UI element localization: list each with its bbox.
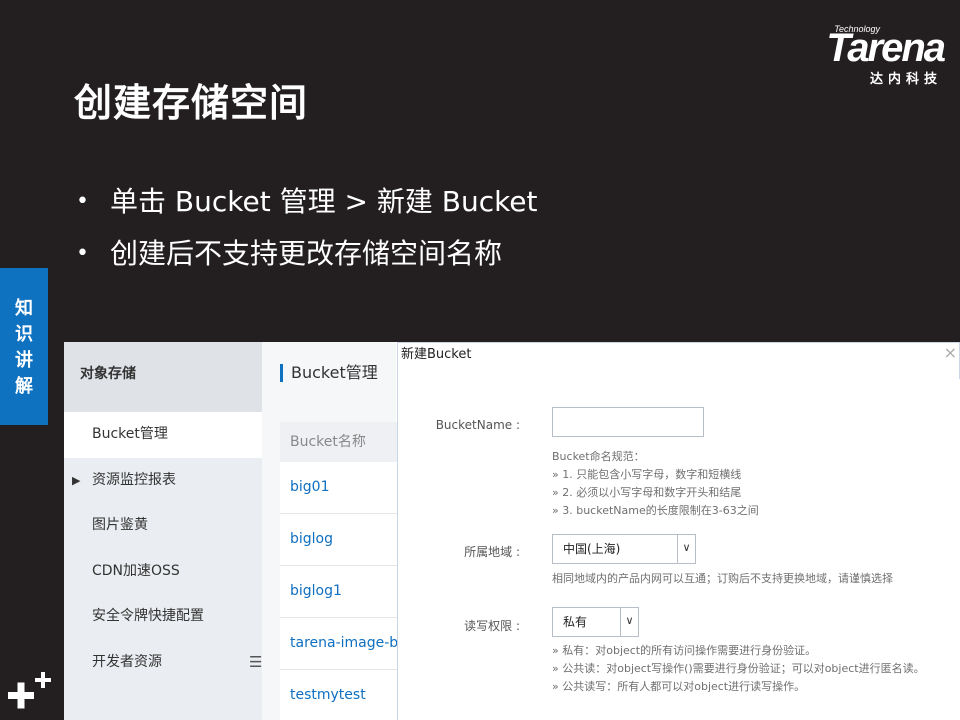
naming-rules: Bucket命名规范： » 1. 只能包含小写字母，数字和短横线 » 2. 必须… [552,448,759,520]
region-label: 所属地域 : [464,545,520,559]
naming-rule-line: » 3. bucketName的长度限制在3-63之间 [552,504,759,517]
naming-rule-line: » 2. 必须以小写字母和数字开头和结尾 [552,486,742,499]
sidebar-item-developer-resources[interactable]: 开发者资源 [64,640,262,686]
sidebar-item-label: 资源监控报表 [92,471,176,488]
side-tab-char: 知 [15,298,33,319]
bullet-text: 创建后不支持更改存储空间名称 [110,237,503,270]
bullet-text: 单击 Bucket 管理 > 新建 Bucket [110,185,538,218]
acl-select[interactable]: 私有 ∨ [552,607,639,637]
bullet-icon: • [76,241,89,266]
bullet-list: • 单击 Bucket 管理 > 新建 Bucket • 创建后不支持更改存储空间名… [76,176,538,280]
sidebar-item-label: 图片鉴黄 [92,517,148,533]
console-screenshot: 对象存储 Bucket管理 ▶ 资源监控报表 图片鉴黄 CDN加速OSS 安全令… [64,342,960,720]
sidebar-item-bucket-management[interactable]: Bucket管理 [64,412,262,458]
bucket-link[interactable]: big01 [280,462,410,514]
side-tab-char: 讲 [15,350,33,371]
console-sidebar: 对象存储 Bucket管理 ▶ 资源监控报表 图片鉴黄 CDN加速OSS 安全令… [64,342,262,720]
logo-subtitle: 达内科技 [869,72,942,87]
collapse-sidebar-icon[interactable]: ☰ [249,653,262,671]
sidebar-item-monitoring-reports[interactable]: ▶ 资源监控报表 [64,458,262,504]
plus-decoration-icon [8,672,51,709]
bullet-icon: • [76,189,89,214]
bucket-name-input[interactable] [552,407,704,437]
acl-hints: » 私有：对object的所有访问操作需要进行身份验证。 » 公共读：对obje… [552,642,925,696]
naming-rule-line: » 1. 只能包含小写字母，数字和短横线 [552,468,742,481]
chevron-down-icon: ∨ [620,608,638,636]
expand-arrow-icon: ▶ [72,473,81,487]
acl-hint-line: » 公共读写：所有人都可以对object进行读写操作。 [552,680,806,693]
sidebar-item-label: Bucket管理 [92,426,168,442]
bucket-table: Bucket名称 big01 biglog biglog1 tarena-ima… [280,422,410,720]
region-select[interactable]: 中国(上海) ∨ [552,534,696,564]
bucket-link[interactable]: tarena-image-bucket [280,618,410,670]
side-tab-char: 解 [15,376,33,397]
sidebar-header: 对象存储 [64,342,262,412]
slide-title: 创建存储空间 [74,81,309,125]
naming-rule-line: Bucket命名规范： [552,450,645,463]
dialog-title: 新建Bucket [398,343,959,380]
table-header: Bucket名称 [280,422,410,462]
acl-selected-value: 私有 [563,615,588,629]
close-icon[interactable]: × [944,343,957,363]
section-title: Bucket管理 [280,364,378,382]
bullet-item: • 单击 Bucket 管理 > 新建 Bucket [76,176,538,228]
sidebar-item-label: CDN加速OSS [92,562,180,579]
region-selected-value: 中国(上海) [563,542,621,556]
bucket-link[interactable]: testmytest [280,670,410,720]
knowledge-section-tab: 知 识 讲 解 [0,268,48,425]
sidebar-item-security-token[interactable]: 安全令牌快捷配置 [64,594,262,640]
bucket-link[interactable]: biglog [280,514,410,566]
bullet-item: • 创建后不支持更改存储空间名称 [76,228,538,280]
bucket-link[interactable]: biglog1 [280,566,410,618]
sidebar-item-label: 安全令牌快捷配置 [92,608,204,624]
side-tab-char: 识 [15,324,33,345]
logo-wordmark: Tarena [826,26,946,70]
sidebar-item-cdn-acceleration[interactable]: CDN加速OSS [64,549,262,595]
acl-hint-line: » 公共读：对object写操作()需要进行身份验证；可以对object进行匿名… [552,662,925,675]
dialog-body: BucketName : Bucket命名规范： » 1. 只能包含小写字母，数… [398,379,960,720]
tarena-logo: Technology Tarena 达内科技 [780,24,946,88]
new-bucket-dialog: 新建Bucket × BucketName : Bucket命名规范： » 1.… [397,342,960,720]
bucket-name-label: BucketName : [435,418,520,432]
sidebar-item-image-moderation[interactable]: 图片鉴黄 [64,503,262,549]
acl-label: 读写权限 : [464,619,520,633]
chevron-down-icon: ∨ [677,535,695,563]
region-hint: 相同地域内的产品内网可以互通；订购后不支持更换地域，请谨慎选择 [552,572,893,585]
sidebar-item-label: 开发者资源 [92,653,162,670]
bucket-panel: Bucket管理 Bucket名称 big01 biglog biglog1 t… [262,342,410,720]
acl-hint-line: » 私有：对object的所有访问操作需要进行身份验证。 [552,644,817,657]
